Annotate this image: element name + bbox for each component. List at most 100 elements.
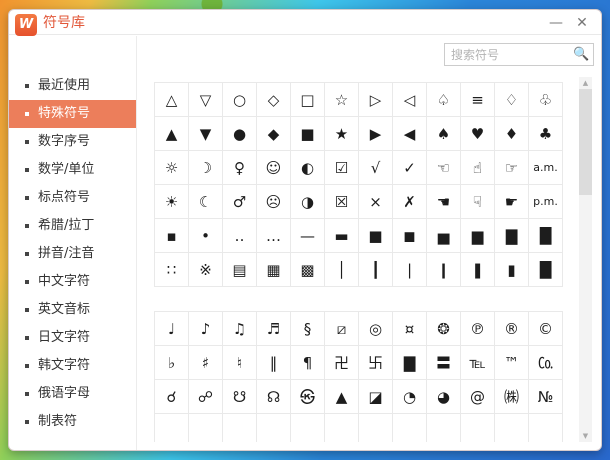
symbol-cell[interactable]: ▷ xyxy=(359,83,393,117)
symbol-cell[interactable]: ❘ xyxy=(393,253,427,287)
symbol-cell[interactable]: ☹ xyxy=(257,185,291,219)
symbol-cell[interactable]: ▬ xyxy=(325,219,359,253)
symbol-cell[interactable]: ¶ xyxy=(291,346,325,380)
symbol-cell[interactable]: ◁ xyxy=(393,83,427,117)
symbol-cell[interactable]: ☟ xyxy=(461,185,495,219)
sidebar-item-5[interactable]: 希腊/拉丁 xyxy=(9,212,136,240)
symbol-cell[interactable]: ♠ xyxy=(427,117,461,151)
symbol-cell[interactable]: ▤ xyxy=(223,253,257,287)
symbol-cell[interactable]: © xyxy=(529,312,563,346)
symbol-cell[interactable]: ≡ xyxy=(461,83,495,117)
symbol-cell[interactable]: ∷ xyxy=(155,253,189,287)
symbol-cell[interactable]: ◎ xyxy=(359,312,393,346)
symbol-cell[interactable]: ♂ xyxy=(223,185,257,219)
symbol-cell[interactable]: ▇ xyxy=(393,346,427,380)
symbol-cell[interactable]: ㈱ xyxy=(495,380,529,414)
symbol-cell[interactable]: ┃ xyxy=(359,253,393,287)
sidebar-item-4[interactable]: 标点符号 xyxy=(9,184,136,212)
symbol-cell[interactable]: a.m. xyxy=(529,151,563,185)
symbol-cell[interactable]: ♫ xyxy=(223,312,257,346)
symbol-cell[interactable]: ☝ xyxy=(461,151,495,185)
symbol-cell[interactable]: № xyxy=(529,380,563,414)
symbol-cell[interactable]: ☌ xyxy=(155,380,189,414)
sidebar-item-11[interactable]: 俄语字母 xyxy=(9,380,136,408)
symbol-cell[interactable]: ‖ xyxy=(257,346,291,380)
symbol-cell[interactable]: ☺ xyxy=(257,151,291,185)
symbol-cell[interactable]: ▇ xyxy=(495,219,529,253)
symbol-cell[interactable]: ℗ xyxy=(461,312,495,346)
symbol-cell[interactable]: ▼ xyxy=(189,117,223,151)
sidebar-item-3[interactable]: 数学/单位 xyxy=(9,156,136,184)
symbol-cell[interactable]: ♣ xyxy=(529,117,563,151)
symbol-cell[interactable]: ❙ xyxy=(427,253,461,287)
symbol-cell[interactable]: @ xyxy=(461,380,495,414)
symbol-cell[interactable]: ◐ xyxy=(291,151,325,185)
sidebar-item-8[interactable]: 英文音标 xyxy=(9,296,136,324)
symbol-cell[interactable]: 卐 xyxy=(359,346,393,380)
symbol-cell[interactable]: ❂ xyxy=(427,312,461,346)
search-icon[interactable]: 🔍 xyxy=(573,47,588,62)
symbol-cell[interactable]: ☑ xyxy=(325,151,359,185)
symbol-cell[interactable]: • xyxy=(189,219,223,253)
symbol-cell[interactable]: ☛ xyxy=(495,185,529,219)
symbol-cell[interactable]: □ xyxy=(291,83,325,117)
symbol-cell[interactable]: ◑ xyxy=(291,185,325,219)
symbol-cell[interactable]: ♭ xyxy=(155,346,189,380)
symbol-cell[interactable]: ▽ xyxy=(189,83,223,117)
symbol-cell[interactable]: ▶ xyxy=(359,117,393,151)
symbol-cell[interactable]: ▩ xyxy=(291,253,325,287)
symbol-cell[interactable]: █ xyxy=(529,219,563,253)
symbol-cell[interactable]: ⧄ xyxy=(325,312,359,346)
symbol-cell[interactable]: √ xyxy=(359,151,393,185)
symbol-cell[interactable]: ☼ xyxy=(155,151,189,185)
symbol-cell[interactable]: ✓ xyxy=(393,151,427,185)
symbol-cell[interactable]: ♥ xyxy=(461,117,495,151)
symbol-cell[interactable]: § xyxy=(291,312,325,346)
symbol-cell[interactable]: ♯ xyxy=(189,346,223,380)
symbol-cell[interactable]: p.m. xyxy=(529,185,563,219)
sidebar-item-12[interactable]: 制表符 xyxy=(9,408,136,436)
symbol-cell[interactable]: ♮ xyxy=(223,346,257,380)
scroll-down-icon[interactable]: ▼ xyxy=(579,430,592,442)
symbol-cell[interactable]: ◪ xyxy=(359,380,393,414)
symbol-cell[interactable]: 卍 xyxy=(325,346,359,380)
symbol-cell[interactable]: ◔ xyxy=(393,380,427,414)
symbol-cell[interactable]: ■ xyxy=(359,219,393,253)
symbol-cell[interactable]: ● xyxy=(223,117,257,151)
symbol-cell[interactable]: ◇ xyxy=(257,83,291,117)
scrollbar-thumb[interactable] xyxy=(579,89,592,195)
symbol-cell[interactable]: ○ xyxy=(223,83,257,117)
sidebar-item-10[interactable]: 韩文字符 xyxy=(9,352,136,380)
symbol-cell[interactable]: ¤ xyxy=(393,312,427,346)
symbol-cell[interactable]: ☋ xyxy=(223,380,257,414)
symbol-cell[interactable]: ℡ xyxy=(461,346,495,380)
symbol-cell[interactable]: ♀ xyxy=(223,151,257,185)
symbol-cell[interactable]: ™ xyxy=(495,346,529,380)
scrollbar[interactable]: ▲ ▼ xyxy=(579,77,592,442)
minimize-button[interactable]: — xyxy=(543,12,569,34)
search-input[interactable] xyxy=(451,44,569,65)
symbol-cell[interactable]: ♪ xyxy=(189,312,223,346)
symbol-cell[interactable]: ▦ xyxy=(257,253,291,287)
symbol-cell[interactable]: ☀ xyxy=(155,185,189,219)
symbol-cell[interactable]: ® xyxy=(495,312,529,346)
symbol-cell[interactable]: ▲ xyxy=(325,380,359,414)
scroll-up-icon[interactable]: ▲ xyxy=(579,77,592,89)
symbol-cell[interactable]: ▅ xyxy=(427,219,461,253)
sidebar-item-7[interactable]: 中文字符 xyxy=(9,268,136,296)
symbol-cell[interactable]: ★ xyxy=(325,117,359,151)
symbol-cell[interactable]: ▆ xyxy=(461,219,495,253)
sidebar-item-1[interactable]: 特殊符号 xyxy=(9,100,136,128)
symbol-cell[interactable]: ☜ xyxy=(427,151,461,185)
symbol-cell[interactable]: █ xyxy=(529,253,563,287)
symbol-cell[interactable]: │ xyxy=(325,253,359,287)
sidebar-item-9[interactable]: 日文字符 xyxy=(9,324,136,352)
sidebar-item-2[interactable]: 数字序号 xyxy=(9,128,136,156)
symbol-cell[interactable]: ❚ xyxy=(461,253,495,287)
symbol-cell[interactable]: 〓 xyxy=(427,346,461,380)
sidebar-item-6[interactable]: 拼音/注音 xyxy=(9,240,136,268)
symbol-cell[interactable]: ※ xyxy=(189,253,223,287)
symbol-cell[interactable]: ◕ xyxy=(427,380,461,414)
symbol-cell[interactable]: — xyxy=(291,219,325,253)
symbol-cell[interactable]: × xyxy=(359,185,393,219)
